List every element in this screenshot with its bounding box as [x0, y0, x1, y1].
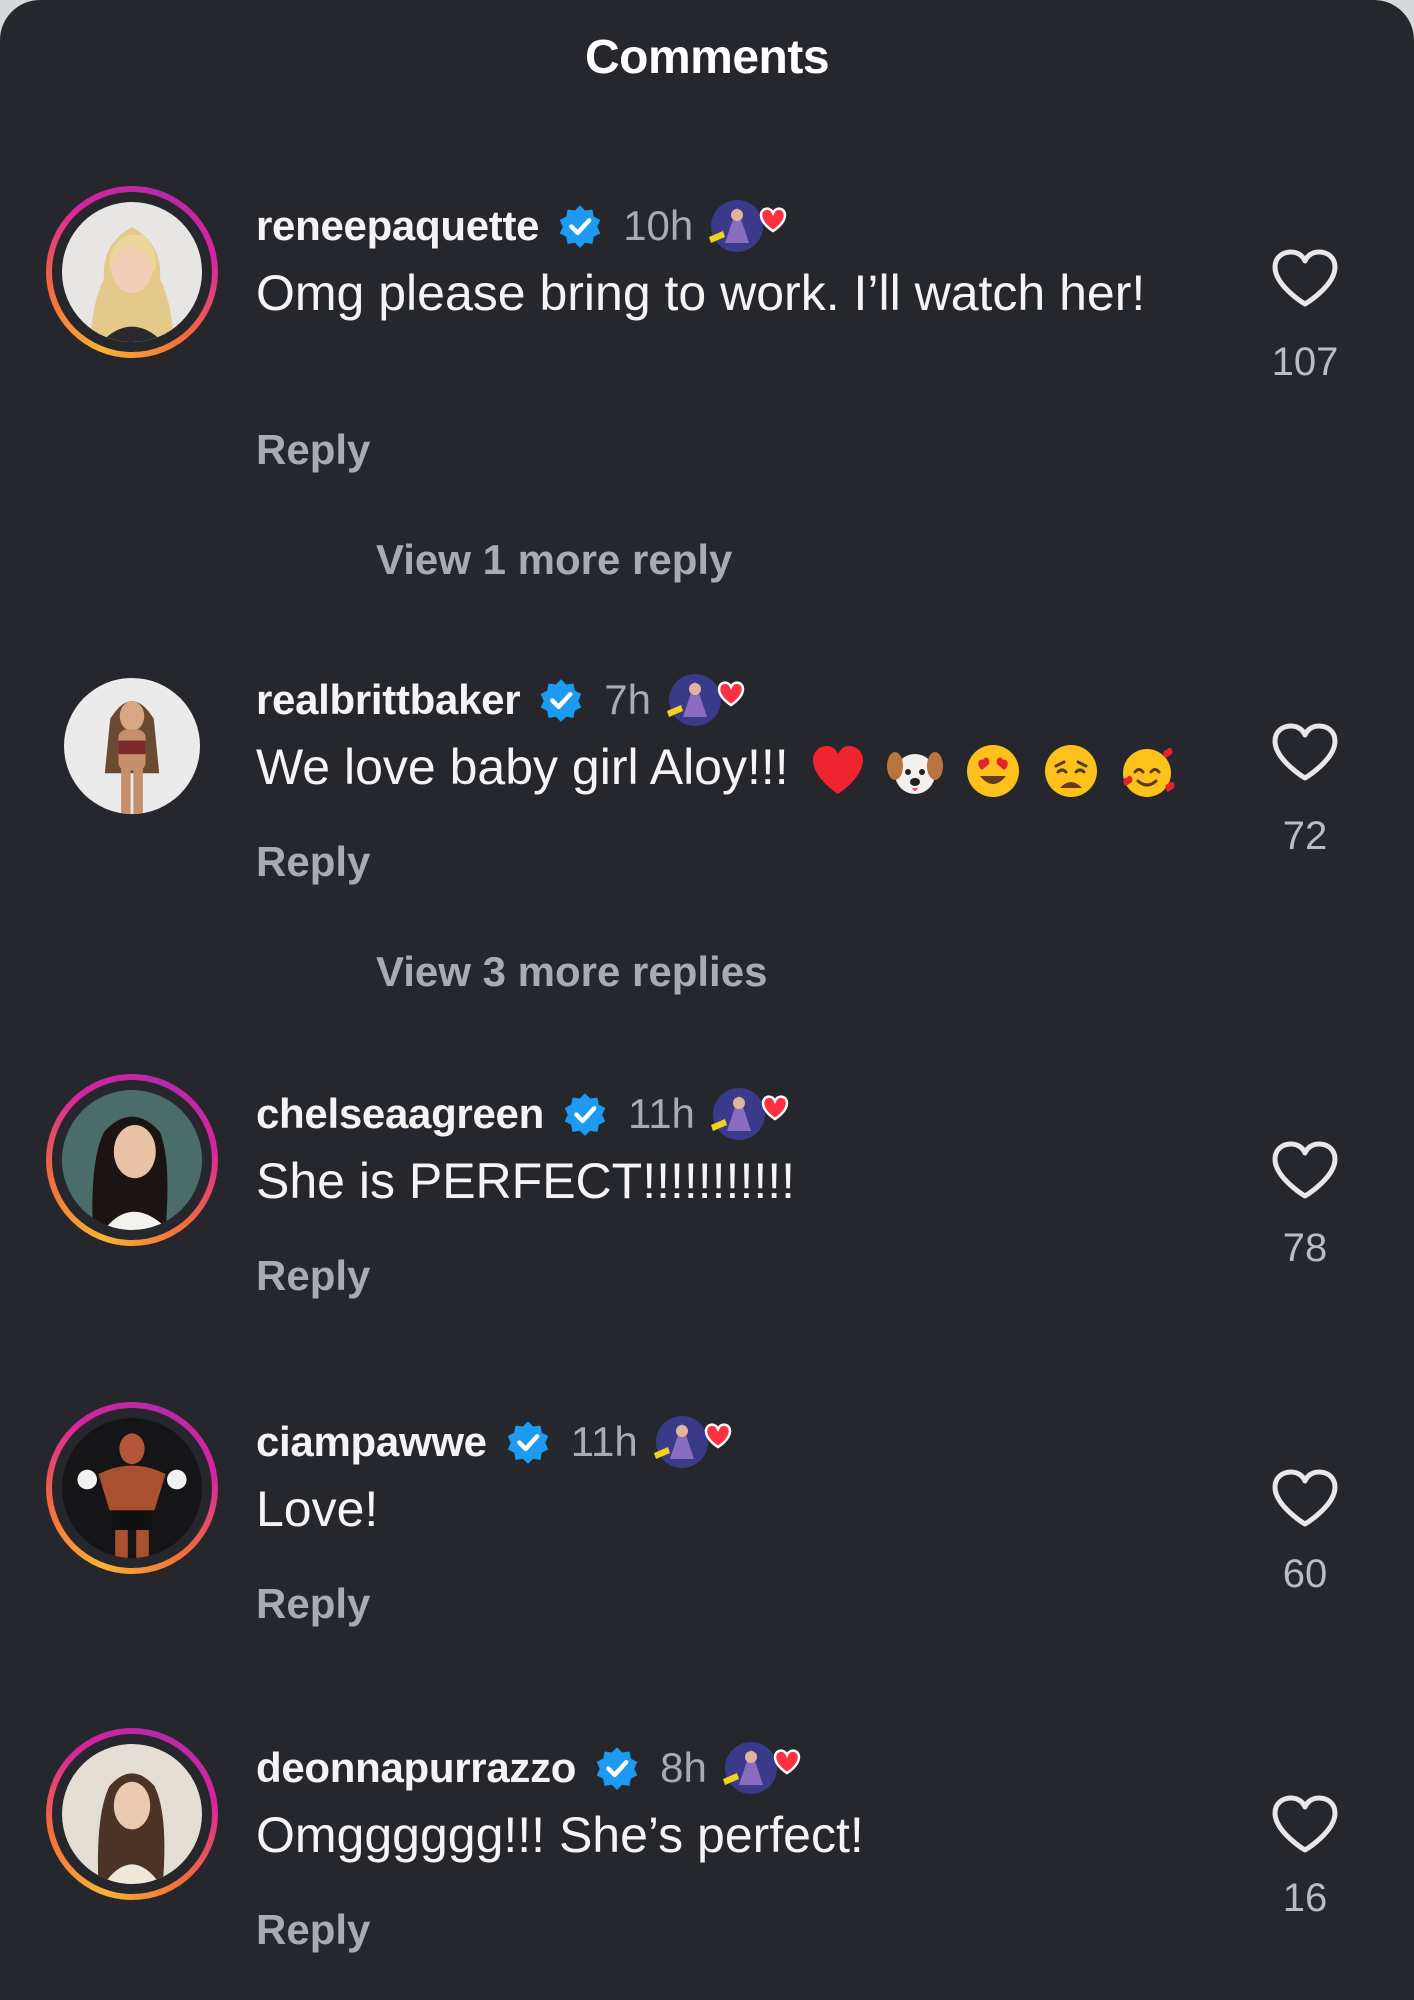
avatar[interactable] — [46, 1728, 218, 1900]
reply-button[interactable]: Reply — [256, 838, 370, 886]
username[interactable]: ciampawwe — [256, 1418, 487, 1466]
comment-item: reneepaquette 10h Omg please bring to wo… — [0, 186, 1414, 473]
view-more-replies-link[interactable]: View 3 more replies — [376, 948, 767, 996]
username[interactable]: realbrittbaker — [256, 676, 521, 724]
liked-by-author-icon — [710, 1088, 789, 1140]
username[interactable]: chelseaagreen — [256, 1090, 544, 1138]
like-count: 107 — [1271, 340, 1339, 384]
heart-eyes-icon — [964, 742, 1022, 800]
like-count: 72 — [1282, 814, 1328, 858]
reply-button[interactable]: Reply — [256, 1906, 370, 1954]
verified-badge-icon — [564, 1093, 606, 1136]
comment-item: deonnapurrazzo 8h Omgggggg!!! She’s perf… — [0, 1728, 1414, 1988]
like-count: 60 — [1282, 1552, 1328, 1596]
comment-time: 10h — [623, 202, 694, 249]
like-count: 16 — [1282, 1876, 1328, 1920]
smiling-face-with-hearts-icon — [1120, 742, 1178, 800]
avatar[interactable] — [46, 1402, 218, 1574]
comment-text: We love baby girl Aloy!!! — [256, 739, 789, 795]
avatar-image — [64, 678, 200, 814]
heart-icon[interactable] — [1270, 1140, 1340, 1202]
comment-time: 7h — [604, 676, 651, 723]
reply-button[interactable]: Reply — [256, 426, 370, 474]
comment-time: 8h — [660, 1744, 707, 1791]
comment-item: chelseaagreen 11h She is PERFECT!!!!!!!!… — [0, 1074, 1414, 1334]
liked-by-author-icon — [709, 200, 787, 252]
comment-text: Omgggggg!!! She’s perfect! — [256, 1807, 864, 1863]
avatar[interactable] — [46, 1074, 218, 1246]
reply-button[interactable]: Reply — [256, 1580, 370, 1628]
comment-time: 11h — [570, 1418, 638, 1465]
avatar[interactable] — [46, 660, 218, 832]
heart-icon[interactable] — [1270, 248, 1340, 310]
avatar-image — [62, 1418, 202, 1558]
comment-text: Omg please bring to work. I’ll watch her… — [256, 265, 1146, 321]
avatar-image — [62, 1744, 202, 1884]
avatar-image — [62, 1090, 202, 1230]
comment-text: Love! — [256, 1481, 379, 1537]
liked-by-author-icon — [666, 674, 745, 726]
comment-text: She is PERFECT!!!!!!!!!!! — [256, 1153, 796, 1209]
comments-sheet: Comments reneepaquette 10h Omg please br… — [0, 0, 1414, 2000]
heart-icon[interactable] — [1270, 1468, 1340, 1530]
comment-time: 11h — [627, 1090, 695, 1137]
dog-face-icon — [886, 742, 944, 800]
heart-icon[interactable] — [1270, 1794, 1340, 1856]
sheet-title: Comments — [584, 31, 830, 84]
comment-item: realbrittbaker 7h We love baby girl Aloy… — [0, 660, 1414, 920]
liked-by-author-icon — [653, 1416, 731, 1468]
username[interactable]: deonnapurrazzo — [256, 1744, 576, 1792]
verified-badge-icon — [559, 205, 601, 248]
comment-text-row: We love baby girl Aloy!!! — [256, 738, 1175, 800]
comment-item: ciampawwe 11h Love! Reply 60 — [0, 1402, 1414, 1662]
liked-by-author-icon — [722, 1742, 801, 1794]
verified-badge-icon — [541, 679, 582, 722]
like-count: 78 — [1282, 1226, 1328, 1270]
heart-icon[interactable] — [1270, 722, 1340, 784]
view-more-replies-link[interactable]: View 1 more reply — [376, 536, 732, 584]
avatar-image — [62, 202, 202, 342]
username[interactable]: reneepaquette — [256, 202, 540, 250]
red-heart-icon — [809, 742, 867, 800]
reply-button[interactable]: Reply — [256, 1252, 370, 1300]
weary-face-icon — [1042, 742, 1100, 800]
avatar[interactable] — [46, 186, 218, 358]
verified-badge-icon — [596, 1747, 638, 1790]
verified-badge-icon — [507, 1421, 548, 1464]
